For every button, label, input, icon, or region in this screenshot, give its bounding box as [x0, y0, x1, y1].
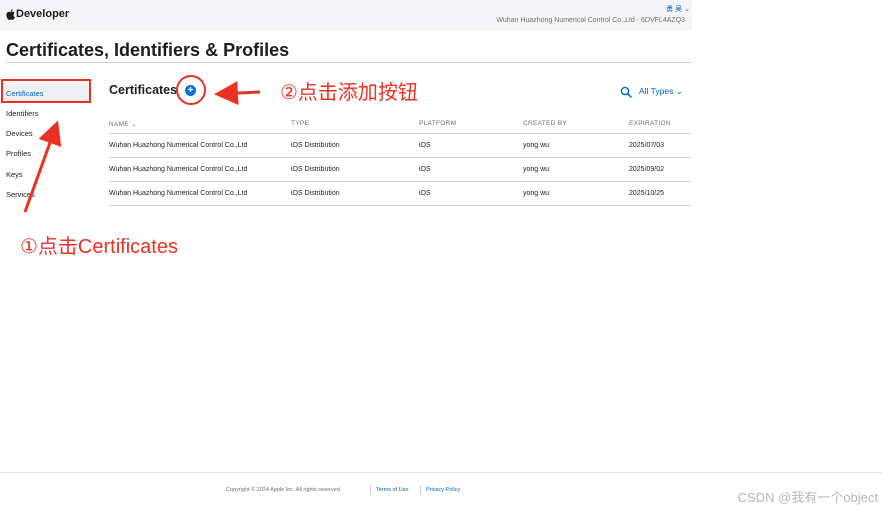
certificates-table: NAME ⌄ TYPE PLATFORM CREATED BY EXPIRATI…	[109, 113, 691, 206]
sidebar-item-services[interactable]: Services	[6, 190, 35, 199]
search-icon[interactable]	[620, 86, 632, 98]
page-title: Certificates, Identifiers & Profiles	[6, 40, 290, 60]
sidebar-item-devices[interactable]: Devices	[6, 129, 33, 138]
sidebar-item-keys[interactable]: Keys	[6, 170, 23, 179]
csdn-watermark: CSDN @我有一个object	[737, 490, 878, 505]
arrow-to-certificates	[23, 120, 62, 213]
annotation-step-2: ②点击添加按钮	[280, 82, 418, 104]
cell-name: Wuhan Huazhong Numerical Control Co.,Ltd	[109, 166, 248, 173]
table-row[interactable]: Wuhan Huazhong Numerical Control Co.,Ltd…	[109, 182, 691, 206]
column-header-created-by: CREATED BY	[523, 120, 568, 127]
cell-type: iOS Distribution	[291, 166, 340, 173]
team-name: Wuhan Huazhong Numerical Control Co.,Ltd…	[496, 17, 685, 24]
table-row[interactable]: Wuhan Huazhong Numerical Control Co.,Ltd…	[109, 134, 691, 158]
annotation-highlight-box	[1, 79, 91, 103]
cell-created-by: yong wu	[523, 142, 550, 149]
user-menu[interactable]: 勇 吴 ⌄	[666, 4, 690, 14]
column-header-type: TYPE	[291, 120, 310, 127]
table-header-row: NAME ⌄ TYPE PLATFORM CREATED BY EXPIRATI…	[109, 113, 691, 134]
cell-expiration: 2025/09/02	[629, 166, 665, 173]
annotation-highlight-circle	[176, 75, 206, 105]
user-name-label: 勇 吴	[666, 6, 683, 13]
global-header: Developer 勇 吴 ⌄ Wuhan Huazhong Numerical…	[0, 0, 692, 30]
cell-created-by: yong wu	[523, 190, 550, 197]
sidebar-item-identifiers[interactable]: Identifiers	[6, 109, 39, 118]
copyright-text: Copyright © 2024 Apple Inc. All rights r…	[226, 487, 342, 493]
title-divider	[6, 62, 692, 63]
column-header-name[interactable]: NAME ⌄	[109, 120, 137, 128]
type-filter-dropdown[interactable]: All Types ⌄	[639, 86, 683, 97]
footer-divider	[0, 472, 882, 473]
cell-platform: iOS	[419, 190, 431, 197]
cell-expiration: 2025/10/25	[629, 190, 665, 197]
arrow-to-add-button	[214, 81, 261, 106]
column-header-expiration: EXPIRATION	[629, 120, 671, 127]
table-row[interactable]: Wuhan Huazhong Numerical Control Co.,Ltd…	[109, 158, 691, 182]
footer-separator	[420, 485, 421, 495]
developer-logo[interactable]: Developer	[6, 8, 69, 20]
cell-name: Wuhan Huazhong Numerical Control Co.,Ltd	[109, 142, 248, 149]
terms-of-use-link[interactable]: Terms of Use	[376, 487, 408, 493]
sidebar-item-profiles[interactable]: Profiles	[6, 149, 31, 158]
chevron-down-icon: ⌄	[684, 6, 690, 13]
annotation-step-1: ①点击Certificates	[20, 236, 178, 258]
column-header-platform: PLATFORM	[419, 120, 457, 127]
cell-created-by: yong wu	[523, 166, 550, 173]
cell-expiration: 2025/07/03	[629, 142, 665, 149]
apple-logo-icon	[6, 8, 15, 20]
cell-type: iOS Distribution	[291, 190, 340, 197]
cell-platform: iOS	[419, 142, 431, 149]
brand-label: Developer	[16, 8, 70, 20]
cell-type: iOS Distribution	[291, 142, 340, 149]
footer-separator	[370, 485, 371, 495]
cell-name: Wuhan Huazhong Numerical Control Co.,Ltd	[109, 190, 248, 197]
section-title: Certificates	[109, 83, 178, 97]
privacy-policy-link[interactable]: Privacy Policy	[426, 487, 460, 493]
cell-platform: iOS	[419, 166, 431, 173]
